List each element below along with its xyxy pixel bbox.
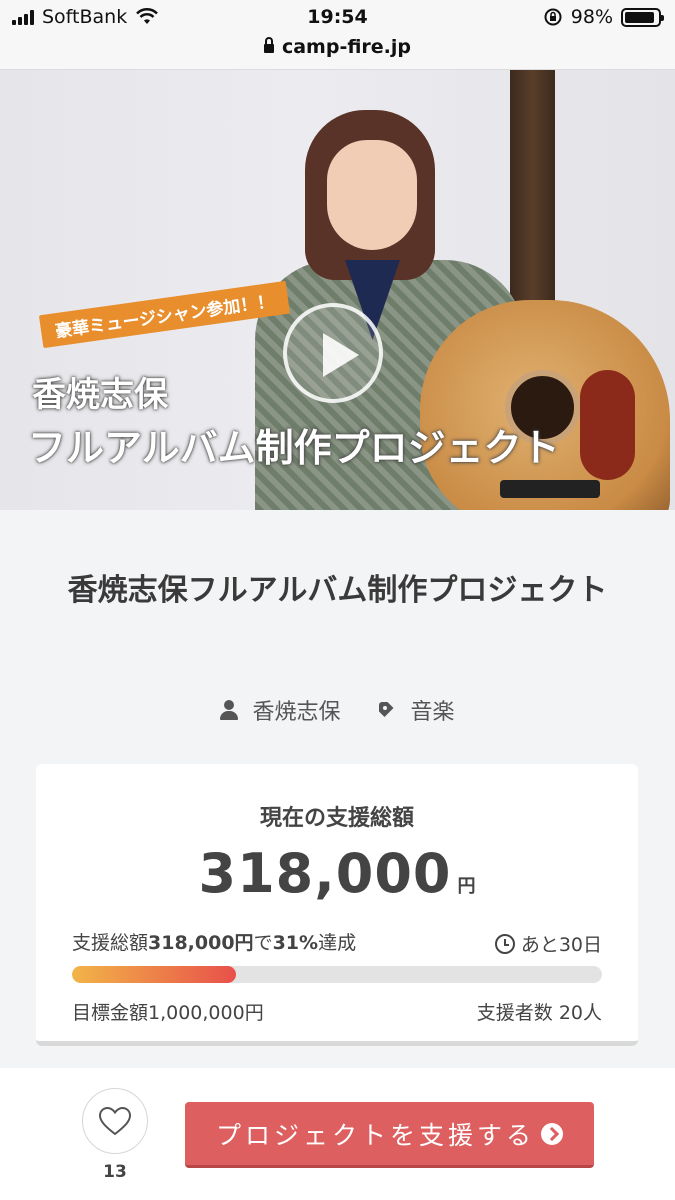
like-count: 13 (103, 1162, 127, 1182)
achievement-mid: で (253, 932, 273, 954)
owner-link[interactable]: 香焼志保 (220, 694, 341, 726)
amount-number: 318,000 (198, 842, 452, 905)
goal-amount: 目標金額1,000,000円 (72, 1002, 264, 1024)
battery-group: 98% (543, 6, 664, 28)
project-video[interactable]: 豪華ミュージシャン参加！！ 香焼志保 フルアルバム制作プロジェクト (0, 70, 675, 510)
hero-title-line2: フルアルバム制作プロジェクト (28, 426, 560, 470)
url-bar[interactable]: camp-fire.jp (0, 36, 675, 58)
user-icon (220, 700, 239, 720)
play-icon[interactable] (283, 303, 383, 403)
guitar-bridge (500, 480, 600, 498)
days-left-text: あと30日 (520, 934, 602, 956)
battery-percent: 98% (570, 6, 613, 28)
url-text: camp-fire.jp (281, 36, 412, 58)
status-bar: SoftBank 19:54 98% camp-fire.jp (0, 0, 675, 70)
battery-icon (621, 7, 664, 27)
funding-label: 現在の支援総額 (259, 806, 414, 831)
clock-icon (494, 933, 515, 954)
support-project-button[interactable]: プロジェクトを支援する (185, 1102, 594, 1168)
lock-icon (263, 37, 274, 53)
hero-title-line1: 香焼志保 (32, 375, 168, 415)
chevron-right-icon (541, 1122, 563, 1145)
backer-count: 支援者数 20人 (476, 1002, 602, 1024)
achievement-amount: 318,000円 (148, 932, 254, 954)
like-button[interactable] (82, 1088, 148, 1154)
owner-name: 香焼志保 (252, 700, 341, 725)
achievement-text: 支援総額318,000円で31%達成 (72, 928, 356, 955)
amount-currency: 円 (457, 876, 476, 897)
heart-icon (98, 1106, 132, 1136)
category-name: 音楽 (410, 700, 455, 725)
action-bar: 13 プロジェクトを支援する (0, 1068, 675, 1200)
progress-fill (72, 966, 237, 983)
progress-bar (72, 966, 602, 983)
achievement-prefix: 支援総額 (72, 932, 149, 954)
achievement-suffix: 達成 (318, 932, 357, 954)
tag-icon (377, 700, 397, 720)
project-meta: 香焼志保 音楽 (0, 694, 675, 726)
guitar-pickguard (580, 370, 635, 480)
category-link[interactable]: 音楽 (377, 694, 455, 726)
achievement-percent: 31% (272, 932, 319, 954)
project-title: 香焼志保フルアルバム制作プロジェクト (67, 573, 608, 608)
funding-card: 現在の支援総額 318,000 円 支援総額318,000円で31%達成 あと30… (36, 764, 638, 1046)
orientation-lock-icon (544, 8, 562, 26)
days-left: あと30日 (494, 930, 602, 957)
support-button-label: プロジェクトを支援する (215, 1120, 535, 1150)
funding-amount: 318,000 円 (36, 842, 638, 905)
